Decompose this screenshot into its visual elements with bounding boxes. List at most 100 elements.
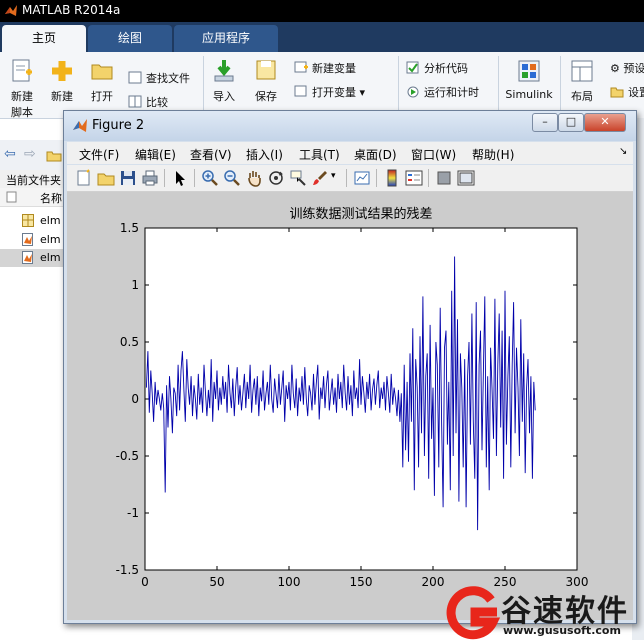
save-workspace-button[interactable]: 保存	[250, 58, 282, 104]
file-name: elm	[40, 214, 61, 227]
menu-help[interactable]: 帮助(H)	[472, 146, 514, 163]
x-tick-label: 100	[278, 575, 301, 589]
chevron-down-icon: ▾	[356, 86, 366, 99]
import-label: 导入	[213, 90, 235, 103]
menu-file[interactable]: 文件(F)	[79, 146, 119, 163]
new-script-button[interactable]: 新建 脚本	[6, 58, 38, 120]
analyze-code-label: 分析代码	[424, 62, 468, 75]
current-folder-header: 当前文件夹	[0, 170, 70, 188]
find-files-label: 查找文件	[146, 72, 190, 85]
watermark-logo-icon	[446, 586, 501, 640]
rotate-3d-icon[interactable]	[267, 169, 285, 187]
menu-edit[interactable]: 编辑(E)	[135, 146, 176, 163]
save-label: 保存	[255, 90, 277, 103]
brush-icon[interactable]	[311, 169, 329, 187]
chart-title: 训练数据测试结果的残差	[289, 206, 432, 222]
zoom-in-icon[interactable]	[201, 169, 219, 187]
toolbar-separator	[428, 169, 429, 187]
new-plus-icon	[52, 61, 72, 81]
menu-tools[interactable]: 工具(T)	[299, 146, 340, 163]
simulink-button[interactable]: Simulink	[504, 58, 554, 101]
run-and-time-label: 运行和计时	[424, 86, 479, 99]
set-path-folder-icon	[610, 87, 624, 98]
y-tick-label: 1.5	[120, 221, 139, 235]
menu-view[interactable]: 查看(V)	[190, 146, 232, 163]
close-button[interactable]: ✕	[584, 113, 626, 132]
import-icon	[214, 60, 234, 82]
window-title: MATLAB R2014a	[22, 3, 121, 17]
back-arrow-icon[interactable]: ⇦	[4, 146, 16, 162]
open-variable-button[interactable]: 打开变量 ▾	[294, 84, 365, 100]
print-icon[interactable]	[141, 169, 159, 187]
menubar-dock-arrow-icon[interactable]: ↘	[619, 146, 627, 157]
tab-plots[interactable]: 绘图	[88, 25, 172, 52]
x-tick-label: 200	[422, 575, 445, 589]
simulink-icon	[518, 60, 540, 82]
preferences-button[interactable]: ⚙ 预设	[610, 60, 644, 76]
files-header-name[interactable]: 名称	[40, 190, 62, 206]
show-plot-tools-icon[interactable]	[457, 169, 475, 187]
file-row[interactable]: elm	[0, 231, 70, 249]
file-name: elm	[40, 233, 61, 246]
gear-icon: ⚙	[610, 62, 620, 75]
y-tick-label: 1	[131, 278, 139, 292]
ribbon-divider	[560, 56, 561, 112]
new-figure-icon[interactable]	[75, 169, 93, 187]
link-plot-icon[interactable]	[353, 169, 371, 187]
new-button[interactable]: 新建	[46, 58, 78, 104]
y-tick-label: 0	[131, 392, 139, 406]
brush-dropdown-icon[interactable]: ▾	[331, 171, 336, 181]
file-row-selected[interactable]: elm	[0, 249, 70, 267]
layout-button[interactable]: 布局	[566, 58, 598, 104]
figure-titlebar[interactable]: Figure 2 – □ ✕	[64, 111, 636, 141]
new-label: 新建	[51, 90, 73, 103]
open-folder-icon	[91, 64, 113, 80]
pan-hand-icon[interactable]	[245, 169, 263, 187]
toolbar-separator	[376, 169, 377, 187]
compare-button[interactable]: 比较	[128, 94, 168, 110]
menu-desktop[interactable]: 桌面(D)	[354, 146, 397, 163]
tab-home[interactable]: 主页	[2, 25, 86, 52]
figure-title: Figure 2	[92, 118, 145, 133]
y-tick-label: -0.5	[116, 449, 139, 463]
compare-label: 比较	[146, 96, 168, 109]
tab-apps[interactable]: 应用程序	[174, 25, 278, 52]
ribbon-tabstrip: 主页 绘图 应用程序	[0, 22, 644, 52]
analyze-code-button[interactable]: 分析代码	[406, 60, 468, 76]
watermark-url: www.gususoft.com	[503, 624, 621, 637]
menu-window[interactable]: 窗口(W)	[411, 146, 456, 163]
save-icon[interactable]	[119, 169, 137, 187]
address-navbar: ⇦ ⇨	[0, 140, 70, 170]
file-row[interactable]: elm	[0, 212, 70, 230]
colorbar-icon[interactable]	[383, 169, 401, 187]
find-files-button[interactable]: 查找文件	[128, 70, 190, 86]
maximize-button[interactable]: □	[558, 113, 584, 132]
open-file-icon[interactable]	[97, 169, 115, 187]
ribbon-divider	[203, 56, 204, 112]
residual-line-plot[interactable]: 训练数据测试结果的残差0 50 100 150 200 250 3001.510.50-0.…	[67, 192, 633, 620]
y-tick-label: -1.5	[116, 563, 139, 577]
menu-insert[interactable]: 插入(I)	[246, 146, 283, 163]
hide-plot-tools-icon[interactable]	[435, 169, 453, 187]
figure-canvas: 训练数据测试结果的残差 0 50 100 150 200 250 300 1.5 1 0.5 0 -0.…	[67, 192, 633, 620]
data-cursor-icon[interactable]	[289, 169, 307, 187]
import-button[interactable]: 导入	[208, 58, 240, 104]
new-variable-button[interactable]: 新建变量	[294, 60, 356, 76]
toolbar-separator	[164, 169, 165, 187]
open-button[interactable]: 打开	[86, 58, 118, 104]
forward-arrow-icon[interactable]: ⇨	[24, 146, 36, 162]
minimize-button[interactable]: –	[532, 113, 558, 132]
legend-icon[interactable]	[405, 169, 423, 187]
zoom-out-icon[interactable]	[223, 169, 241, 187]
m-file-icon	[22, 233, 33, 246]
run-and-time-button[interactable]: 运行和计时	[406, 84, 479, 100]
up-folder-icon[interactable]	[46, 149, 62, 162]
figure-toolbar: ▾	[67, 165, 633, 192]
figure-window: Figure 2 – □ ✕ 文件(F) 编辑(E) 查看(V) 插入(I) 工…	[63, 110, 637, 624]
pointer-icon[interactable]	[171, 169, 189, 187]
set-path-button[interactable]: 设置	[610, 84, 644, 100]
ribbon-toolstrip: 新建 脚本 新建 打开 查找文件 比较 导入 保存 新建变量 打开变量 ▾ 分析…	[0, 52, 644, 119]
run-and-time-icon	[407, 86, 419, 98]
y-tick-label: -1	[127, 506, 139, 520]
new-variable-label: 新建变量	[312, 62, 356, 75]
